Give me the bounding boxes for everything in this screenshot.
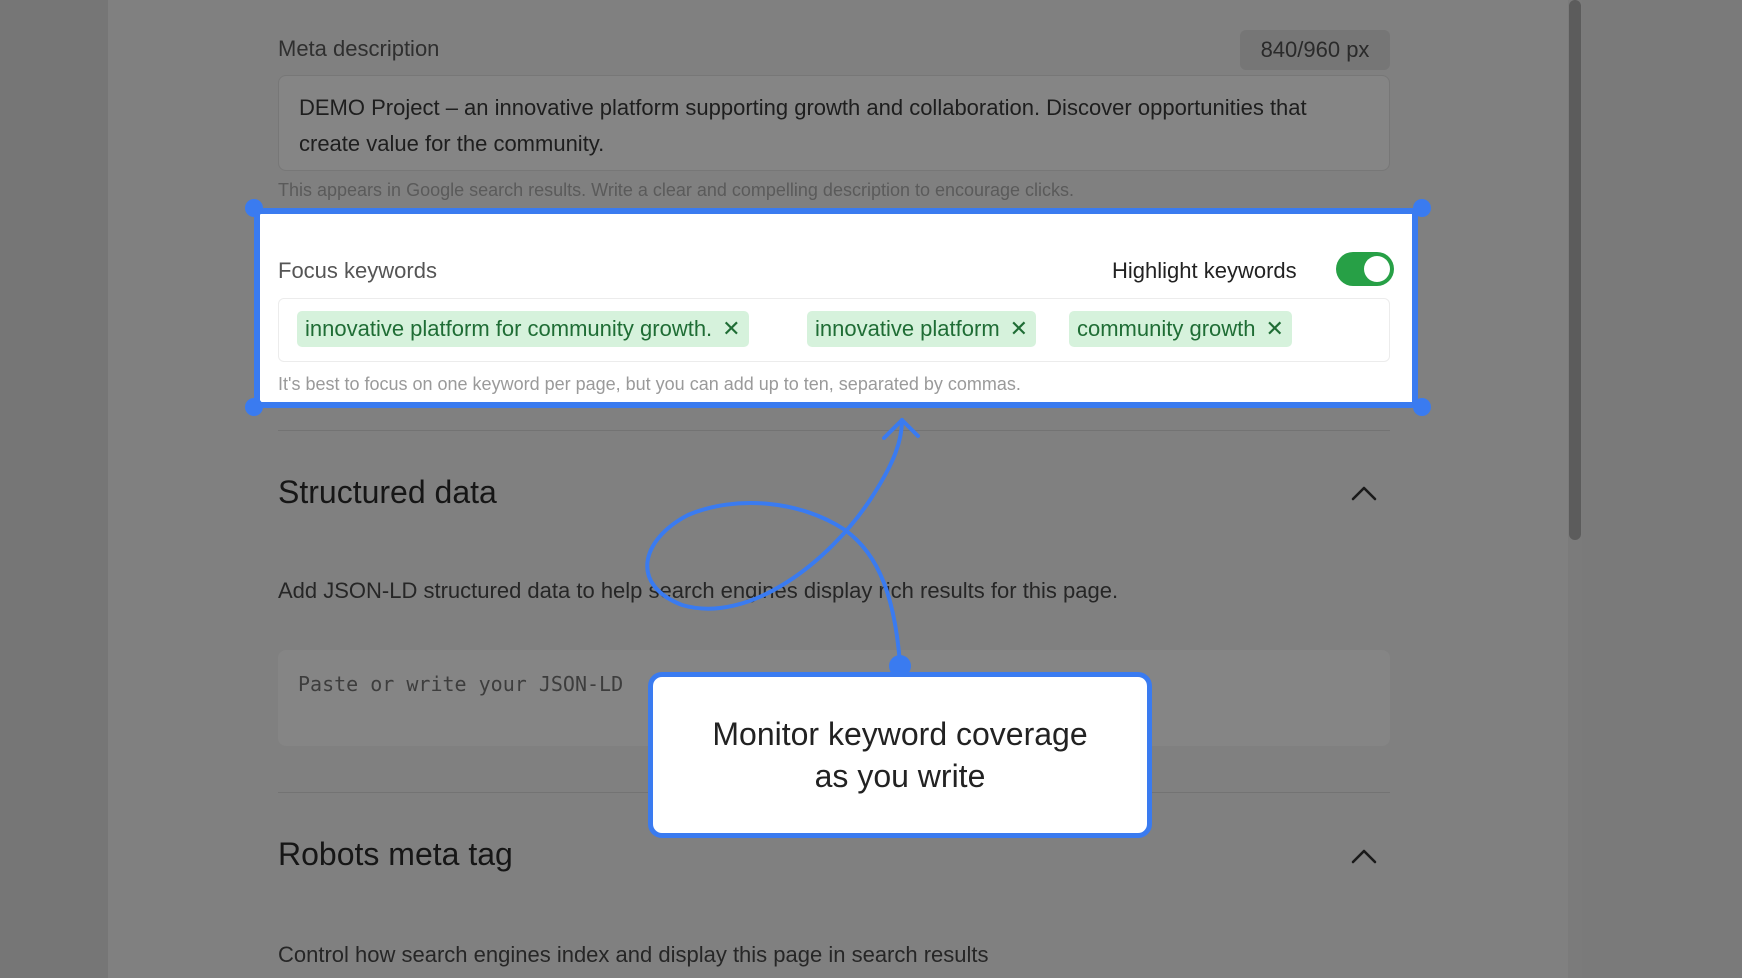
callout-line-2: as you write (814, 758, 986, 794)
annotation-callout: Monitor keyword coverage as you write (648, 672, 1152, 838)
callout-line-1: Monitor keyword coverage (712, 716, 1088, 752)
